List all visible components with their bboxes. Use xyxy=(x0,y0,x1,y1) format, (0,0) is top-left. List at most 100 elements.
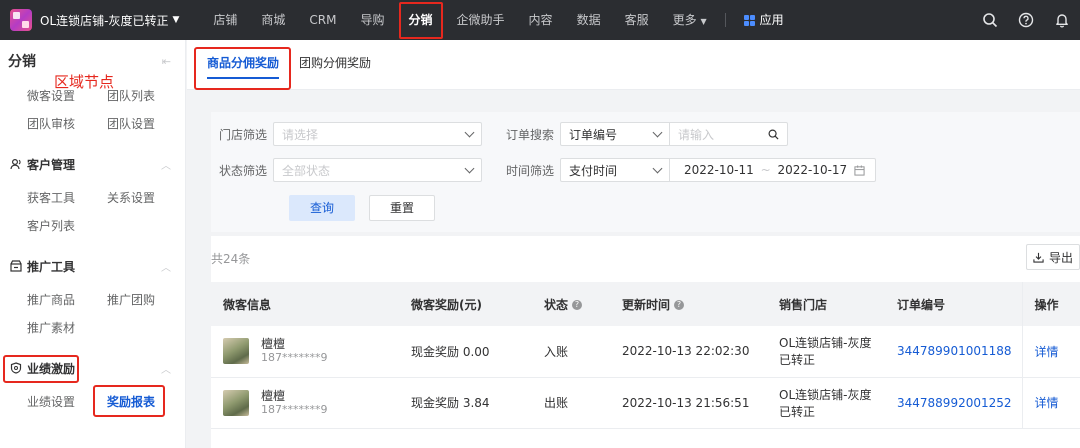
nav-item-content[interactable]: 内容 xyxy=(517,0,565,40)
cell-status: 出账 xyxy=(544,396,569,410)
cell-status: 入账 xyxy=(544,344,569,359)
filter-actions: 查询 重置 xyxy=(289,195,436,221)
nav-item-data[interactable]: 数据 xyxy=(565,0,613,40)
tab-groupbuy-commission[interactable]: 团购分佣奖励 xyxy=(289,45,381,89)
sidebar-item-acquisition-tools[interactable]: 获客工具 xyxy=(27,184,107,212)
reward-table: 微客信息 微客奖励(元) 状态? 更新时间? 销售门店 订单编号 操作 檀檀 1… xyxy=(211,282,1080,429)
date-start[interactable]: 2022-10-11 xyxy=(684,163,754,177)
nav-item-guide[interactable]: 导购 xyxy=(349,0,397,40)
chevron-down-icon xyxy=(652,163,663,173)
column-header-label: 状态 xyxy=(544,297,569,312)
store-filter-select[interactable]: 请选择 xyxy=(273,122,482,146)
nav-item-mall[interactable]: 商城 xyxy=(249,0,297,40)
cell-member: 檀檀 187*******9 xyxy=(211,377,399,428)
sidebar-item-promo-materials[interactable]: 推广素材 xyxy=(27,314,107,342)
filter-store-row: 门店筛选 请选择 xyxy=(211,122,482,146)
filter-time-row: 时间筛选 支付时间 2022-10-11 ~ 2022-10-17 xyxy=(498,158,876,182)
sidebar-item-member-settings[interactable]: 微客设置 xyxy=(27,82,107,110)
sidebar-item-promo-groupbuy[interactable]: 推广团购 xyxy=(107,286,187,314)
store-name-line2: 已转正 xyxy=(779,404,816,419)
store-name-line1: OL连锁店铺-灰度 xyxy=(779,336,872,351)
nav-item-apps[interactable]: 应用 xyxy=(732,0,796,40)
nav-item-shop[interactable]: 店铺 xyxy=(201,0,249,40)
highlight-box xyxy=(3,355,79,383)
shop-logo[interactable] xyxy=(10,9,32,31)
sidebar-title: 分销 xyxy=(8,54,36,70)
date-range-picker[interactable]: 2022-10-11 ~ 2022-10-17 xyxy=(670,158,876,182)
search-icon[interactable] xyxy=(768,129,779,140)
help-icon[interactable] xyxy=(1008,0,1044,40)
chevron-up-icon: ︿ xyxy=(161,160,171,172)
info-icon[interactable]: ? xyxy=(674,300,685,310)
reset-button[interactable]: 重置 xyxy=(369,195,436,221)
chevron-down-icon xyxy=(652,127,663,137)
sidebar-section-customers[interactable]: 客户管理 ︿ xyxy=(0,144,185,184)
sidebar-group-customers: 获客工具 关系设置 客户列表 xyxy=(0,184,185,240)
nav-item-crm[interactable]: CRM xyxy=(297,0,348,40)
shop-switch-caret-icon[interactable]: ▼ xyxy=(172,15,179,25)
cell-update-time: 2022-10-13 22:02:30 xyxy=(622,344,750,359)
column-header: 销售门店 xyxy=(779,297,828,312)
store-filter-label: 门店筛选 xyxy=(218,127,267,142)
highlight-box xyxy=(93,385,165,417)
sidebar-item-team-settings[interactable]: 团队设置 xyxy=(107,110,187,138)
cell-member: 檀檀 187*******9 xyxy=(211,326,399,377)
table-header-row: 微客信息 微客奖励(元) 状态? 更新时间? 销售门店 订单编号 操作 xyxy=(211,282,1080,326)
filter-order-row: 订单搜索 订单编号 请输入 xyxy=(498,122,788,146)
order-search-input[interactable]: 请输入 xyxy=(670,122,788,146)
user-icon xyxy=(10,158,21,170)
table-row: 檀檀 187*******9 现金奖励 3.84 出账 2022-10-13 2… xyxy=(211,377,1080,428)
nav-item-more[interactable]: 更多 ▼ xyxy=(661,0,719,40)
chevron-down-icon xyxy=(464,127,475,137)
status-filter-select[interactable]: 全部状态 xyxy=(273,158,482,182)
detail-link[interactable]: 详情 xyxy=(1021,326,1080,377)
date-end[interactable]: 2022-10-17 xyxy=(777,163,847,177)
member-phone: 187*******9 xyxy=(261,402,328,416)
result-count: 共24条 xyxy=(211,252,251,266)
search-icon[interactable] xyxy=(972,0,1008,40)
sidebar-item-relation-settings[interactable]: 关系设置 xyxy=(107,184,187,212)
highlight-box xyxy=(398,2,443,39)
tab-bar: 商品分佣奖励 团购分佣奖励 xyxy=(187,40,1080,90)
calendar-icon xyxy=(854,164,865,176)
order-search-placeholder: 请输入 xyxy=(678,127,715,142)
member-name: 檀檀 xyxy=(261,388,286,403)
nav-item-apps-label: 应用 xyxy=(759,13,784,27)
detail-link[interactable]: 详情 xyxy=(1021,377,1080,428)
info-icon[interactable]: ? xyxy=(572,300,583,310)
order-search-label: 订单搜索 xyxy=(505,127,554,142)
time-type-select[interactable]: 支付时间 xyxy=(560,158,670,182)
store-name-line1: OL连锁店铺-灰度 xyxy=(779,387,872,402)
nav-item-distribution[interactable]: 分销 xyxy=(397,0,445,40)
store-filter-placeholder: 请选择 xyxy=(282,127,319,142)
sidebar-item-reward-report[interactable]: 奖励报表 xyxy=(93,385,187,417)
sidebar-item-team-list[interactable]: 团队列表 xyxy=(107,82,187,110)
nav-item-wecom[interactable]: 企微助手 xyxy=(445,0,517,40)
shop-name[interactable]: OL连锁店铺-灰度已转正 xyxy=(40,12,168,29)
sidebar-group-incentive: 业绩设置 奖励报表 xyxy=(0,385,187,417)
column-header: 更新时间? xyxy=(610,282,767,326)
sidebar-item-customer-list[interactable]: 客户列表 xyxy=(27,212,107,240)
store-icon xyxy=(10,260,22,272)
status-filter-label: 状态筛选 xyxy=(218,163,267,178)
sidebar-item-team-review[interactable]: 团队审核 xyxy=(27,110,107,138)
avatar xyxy=(223,338,249,365)
collapse-sidebar-icon[interactable]: ⇤ xyxy=(162,55,171,68)
sidebar-section-incentive[interactable]: 业绩激励 ︿ xyxy=(0,348,185,388)
column-header: 状态? xyxy=(532,282,610,326)
sidebar-section-promotion[interactable]: 推广工具 ︿ xyxy=(0,246,185,286)
export-button[interactable]: 导出 xyxy=(1026,244,1080,270)
highlight-box xyxy=(194,47,292,90)
query-button[interactable]: 查询 xyxy=(289,195,356,221)
filter-panel: 门店筛选 请选择 订单搜索 订单编号 请输入 状态筛选 全部状态 时间筛选 支付… xyxy=(211,112,1080,232)
sidebar-item-promo-products[interactable]: 推广商品 xyxy=(27,286,107,314)
nav-item-service[interactable]: 客服 xyxy=(613,0,661,40)
chevron-up-icon: ︿ xyxy=(161,262,171,274)
column-header: 操作 xyxy=(1021,282,1080,326)
bell-icon[interactable] xyxy=(1044,0,1080,40)
tab-product-commission[interactable]: 商品分佣奖励 xyxy=(194,45,292,90)
order-number-link[interactable]: 344788992001252 xyxy=(885,377,1022,428)
time-type-value: 支付时间 xyxy=(569,163,618,178)
order-search-type-select[interactable]: 订单编号 xyxy=(560,122,670,146)
order-number-link[interactable]: 344789901001188 xyxy=(885,326,1022,377)
